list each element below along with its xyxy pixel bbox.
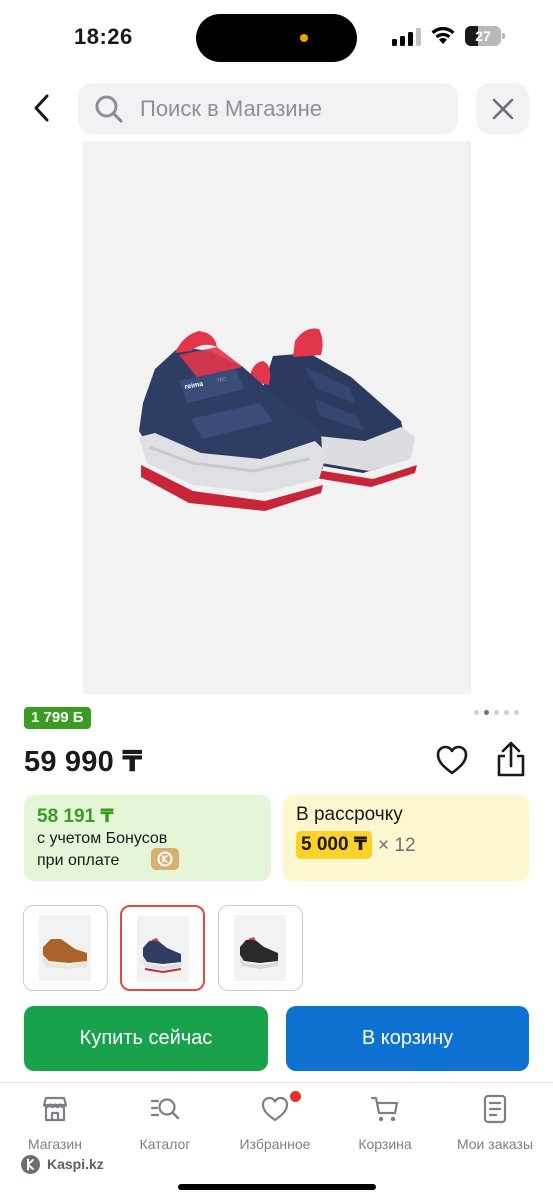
buy-now-button[interactable]: Купить сейчас bbox=[24, 1006, 268, 1071]
variant-thumbnail-brown[interactable] bbox=[23, 905, 108, 991]
variant-thumbnail-navy[interactable] bbox=[120, 905, 205, 991]
bonus-price-caption: с учетом Бонусов bbox=[37, 830, 168, 847]
dynamic-island bbox=[196, 14, 357, 62]
orders-icon bbox=[483, 1094, 507, 1124]
store-icon bbox=[42, 1096, 68, 1122]
cart-icon bbox=[370, 1096, 399, 1122]
tab-cart[interactable]: Корзина bbox=[330, 1083, 440, 1163]
bonus-price-card[interactable]: 58 191 ₸ с учетом Бонусов при оплате bbox=[24, 795, 271, 881]
bonus-price-amount: 58 191 ₸ bbox=[37, 806, 114, 827]
catalog-icon bbox=[150, 1098, 180, 1120]
tab-orders[interactable]: Мои заказы bbox=[440, 1083, 550, 1163]
product-image[interactable]: reima TEC bbox=[83, 141, 471, 694]
bonus-payment-caption: при оплате bbox=[37, 852, 120, 869]
home-indicator[interactable] bbox=[178, 1184, 376, 1190]
variant-thumbnail-black[interactable] bbox=[218, 905, 303, 991]
tab-catalog-label: Каталог bbox=[139, 1136, 191, 1152]
bottom-tab-bar: Магазин Каталог Избранное Корзина Мои за… bbox=[0, 1082, 553, 1200]
installment-term: × 12 bbox=[378, 835, 416, 856]
image-pager bbox=[474, 709, 520, 717]
installment-title: В рассрочку bbox=[296, 804, 403, 825]
heart-icon bbox=[436, 745, 468, 775]
bonus-points-badge: 1 799 Б bbox=[24, 707, 91, 729]
tab-favorites-label: Избранное bbox=[239, 1136, 311, 1152]
status-bar: 18:26 27 bbox=[0, 0, 553, 76]
chevron-left-icon bbox=[34, 94, 49, 122]
installment-monthly-amount: 5 000 ₸ bbox=[296, 831, 373, 859]
close-button[interactable] bbox=[476, 83, 529, 134]
tab-catalog[interactable]: Каталог bbox=[110, 1083, 220, 1163]
notification-dot bbox=[290, 1091, 301, 1102]
tab-store-label: Магазин bbox=[27, 1136, 82, 1152]
kaspi-logo-icon bbox=[21, 1154, 40, 1174]
kaspi-pay-icon bbox=[151, 848, 179, 870]
tab-orders-label: Мои заказы bbox=[456, 1136, 534, 1152]
add-to-cart-button[interactable]: В корзину bbox=[286, 1006, 529, 1071]
status-time: 18:26 bbox=[74, 24, 133, 49]
installment-card[interactable]: В рассрочку 5 000 ₸ × 12 bbox=[283, 795, 529, 881]
close-icon bbox=[492, 98, 513, 119]
tab-favorites[interactable]: Избранное bbox=[220, 1083, 330, 1163]
battery-icon: 27 bbox=[465, 26, 505, 46]
heart-icon bbox=[261, 1096, 289, 1122]
shoe-illustration: reima TEC bbox=[139, 328, 417, 511]
battery-level: 27 bbox=[475, 28, 491, 44]
cellular-signal-icon bbox=[392, 28, 422, 46]
share-icon bbox=[497, 741, 525, 777]
search-icon bbox=[95, 95, 123, 123]
back-button[interactable] bbox=[22, 86, 62, 130]
search-bar[interactable] bbox=[78, 83, 458, 134]
search-input[interactable] bbox=[140, 83, 440, 134]
product-price: 59 990 ₸ bbox=[24, 746, 143, 778]
share-button[interactable] bbox=[494, 740, 528, 780]
tab-cart-label: Корзина bbox=[358, 1136, 412, 1152]
favorite-button[interactable] bbox=[434, 742, 470, 778]
kaspi-watermark: Kaspi.kz bbox=[20, 1153, 104, 1175]
wifi-icon bbox=[431, 26, 455, 44]
watermark-text: Kaspi.kz bbox=[47, 1156, 104, 1172]
tab-store[interactable]: Магазин bbox=[0, 1083, 110, 1163]
